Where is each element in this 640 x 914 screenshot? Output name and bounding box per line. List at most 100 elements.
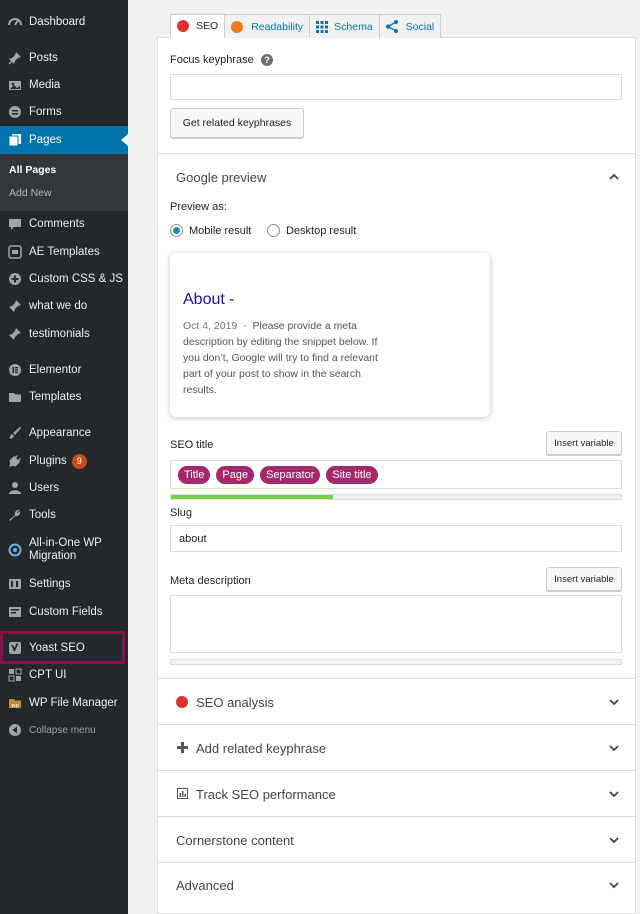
desktop-result-radio[interactable]	[267, 224, 280, 237]
menu-media[interactable]: Media	[0, 71, 128, 99]
advanced-title[interactable]: Advanced	[176, 878, 234, 893]
seo-title-progress	[170, 494, 622, 500]
settings-icon	[7, 576, 23, 592]
elementor-icon	[7, 362, 23, 378]
forms-icon	[7, 104, 23, 120]
plus-icon	[177, 742, 188, 753]
menu-elementor[interactable]: Elementor	[0, 356, 128, 384]
menu-cpt-ui[interactable]: CPT UI	[0, 661, 128, 689]
title-variable-pill[interactable]: Title	[178, 465, 211, 484]
admin-sidebar: Dashboard Posts Media Forms Pages All Pa…	[0, 0, 128, 914]
chevron-down-icon[interactable]	[608, 879, 620, 891]
share-icon	[385, 20, 398, 33]
yoast-menu-highlight	[0, 631, 125, 664]
menu-what-we-do[interactable]: what we do	[0, 292, 128, 320]
menu-pages[interactable]: Pages	[0, 126, 128, 154]
dashboard-icon	[7, 14, 23, 30]
menu-custom-fields[interactable]: Custom Fields	[0, 598, 128, 626]
menu-all-in-one-migration[interactable]: All-in-One WP Migration	[0, 533, 128, 567]
mobile-result-label[interactable]: Mobile result	[189, 225, 251, 237]
pin-icon	[7, 298, 23, 314]
mobile-result-radio[interactable]	[170, 224, 183, 237]
tab-schema[interactable]: Schema	[309, 14, 380, 38]
seo-analysis-score-dot	[176, 696, 188, 708]
chevron-down-icon[interactable]	[608, 834, 620, 846]
submenu-add-new[interactable]: Add New	[9, 187, 52, 199]
chevron-down-icon[interactable]	[608, 696, 620, 708]
plug-icon	[7, 453, 23, 469]
seo-title-input[interactable]: Title Page Separator Site title	[170, 460, 622, 489]
grid-icon	[7, 667, 23, 683]
migration-icon	[7, 542, 23, 558]
cornerstone-content-title[interactable]: Cornerstone content	[176, 833, 294, 848]
pin-icon	[7, 50, 23, 66]
divider	[157, 770, 636, 771]
tab-social[interactable]: Social	[378, 14, 442, 38]
preview-date: Oct 4, 2019	[183, 320, 238, 332]
readability-face-icon	[231, 20, 244, 33]
comment-icon	[7, 216, 23, 232]
menu-posts[interactable]: Posts	[0, 44, 128, 72]
pin-icon	[7, 326, 23, 342]
user-icon	[7, 480, 23, 496]
fields-icon	[7, 604, 23, 620]
meta-description-label: Meta description	[170, 575, 251, 587]
menu-forms[interactable]: Forms	[0, 98, 128, 126]
menu-tools[interactable]: Tools	[0, 501, 128, 529]
seo-title-progress-fill	[171, 495, 333, 499]
tab-seo[interactable]: SEO	[170, 14, 226, 38]
menu-ae-templates[interactable]: AE Templates	[0, 238, 128, 266]
plus-circle-icon	[7, 271, 23, 287]
chevron-down-icon[interactable]	[608, 742, 620, 754]
submenu-all-pages[interactable]: All Pages	[9, 164, 56, 176]
menu-templates[interactable]: Templates	[0, 383, 128, 411]
get-related-keyphrases-button[interactable]: Get related keyphrases	[170, 108, 304, 138]
menu-appearance[interactable]: Appearance	[0, 419, 128, 447]
menu-users[interactable]: Users	[0, 474, 128, 502]
preview-as-label: Preview as:	[170, 201, 227, 213]
file-manager-icon: wp	[7, 695, 23, 711]
collapse-menu-button[interactable]: Collapse menu	[0, 716, 128, 744]
seo-title-label: SEO title	[170, 439, 214, 451]
preview-separator: -	[243, 320, 247, 332]
plugins-update-badge: 9	[71, 453, 87, 469]
tab-readability[interactable]: Readability	[224, 14, 311, 38]
meta-description-input[interactable]	[170, 595, 622, 653]
help-icon[interactable]: ?	[261, 54, 273, 66]
menu-dashboard[interactable]: Dashboard	[0, 8, 128, 36]
menu-settings[interactable]: Settings	[0, 570, 128, 598]
page-variable-pill[interactable]: Page	[216, 465, 255, 484]
google-preview-card[interactable]: About - Oct 4, 2019 - Please provide a m…	[170, 253, 490, 417]
svg-text:wp: wp	[11, 703, 18, 709]
separator-variable-pill[interactable]: Separator	[260, 465, 321, 484]
slug-input[interactable]: about	[170, 525, 622, 552]
menu-comments[interactable]: Comments	[0, 210, 128, 238]
meta-description-progress	[170, 659, 622, 665]
focus-keyphrase-input[interactable]	[170, 74, 622, 100]
seo-analysis-title[interactable]: SEO analysis	[196, 695, 274, 710]
seo-title-insert-variable-button[interactable]: Insert variable	[546, 431, 622, 455]
menu-plugins[interactable]: Plugins 9	[0, 447, 128, 475]
menu-custom-css-js[interactable]: Custom CSS & JS	[0, 265, 128, 293]
chevron-down-icon[interactable]	[608, 788, 620, 800]
wrench-icon	[7, 507, 23, 523]
preview-description: Oct 4, 2019 - Please provide a meta desc…	[183, 318, 393, 398]
divider	[157, 153, 636, 154]
menu-testimonials[interactable]: testimonials	[0, 320, 128, 348]
desktop-result-label[interactable]: Desktop result	[286, 225, 356, 237]
folder-icon	[7, 389, 23, 405]
brush-icon	[7, 425, 23, 441]
schema-grid-icon	[316, 20, 329, 33]
track-seo-performance-title[interactable]: Track SEO performance	[196, 787, 336, 802]
site-title-variable-pill[interactable]: Site title	[326, 465, 378, 484]
pages-submenu: All Pages Add New	[0, 154, 128, 211]
media-icon	[7, 77, 23, 93]
menu-wp-file-manager[interactable]: wp WP File Manager	[0, 689, 128, 717]
meta-insert-variable-button[interactable]: Insert variable	[546, 567, 622, 591]
divider	[157, 816, 636, 817]
chevron-up-icon[interactable]	[608, 171, 620, 183]
divider	[157, 862, 636, 863]
pages-icon	[7, 132, 23, 148]
add-related-keyphrase-title[interactable]: Add related keyphrase	[196, 741, 326, 756]
ae-icon	[7, 244, 23, 260]
